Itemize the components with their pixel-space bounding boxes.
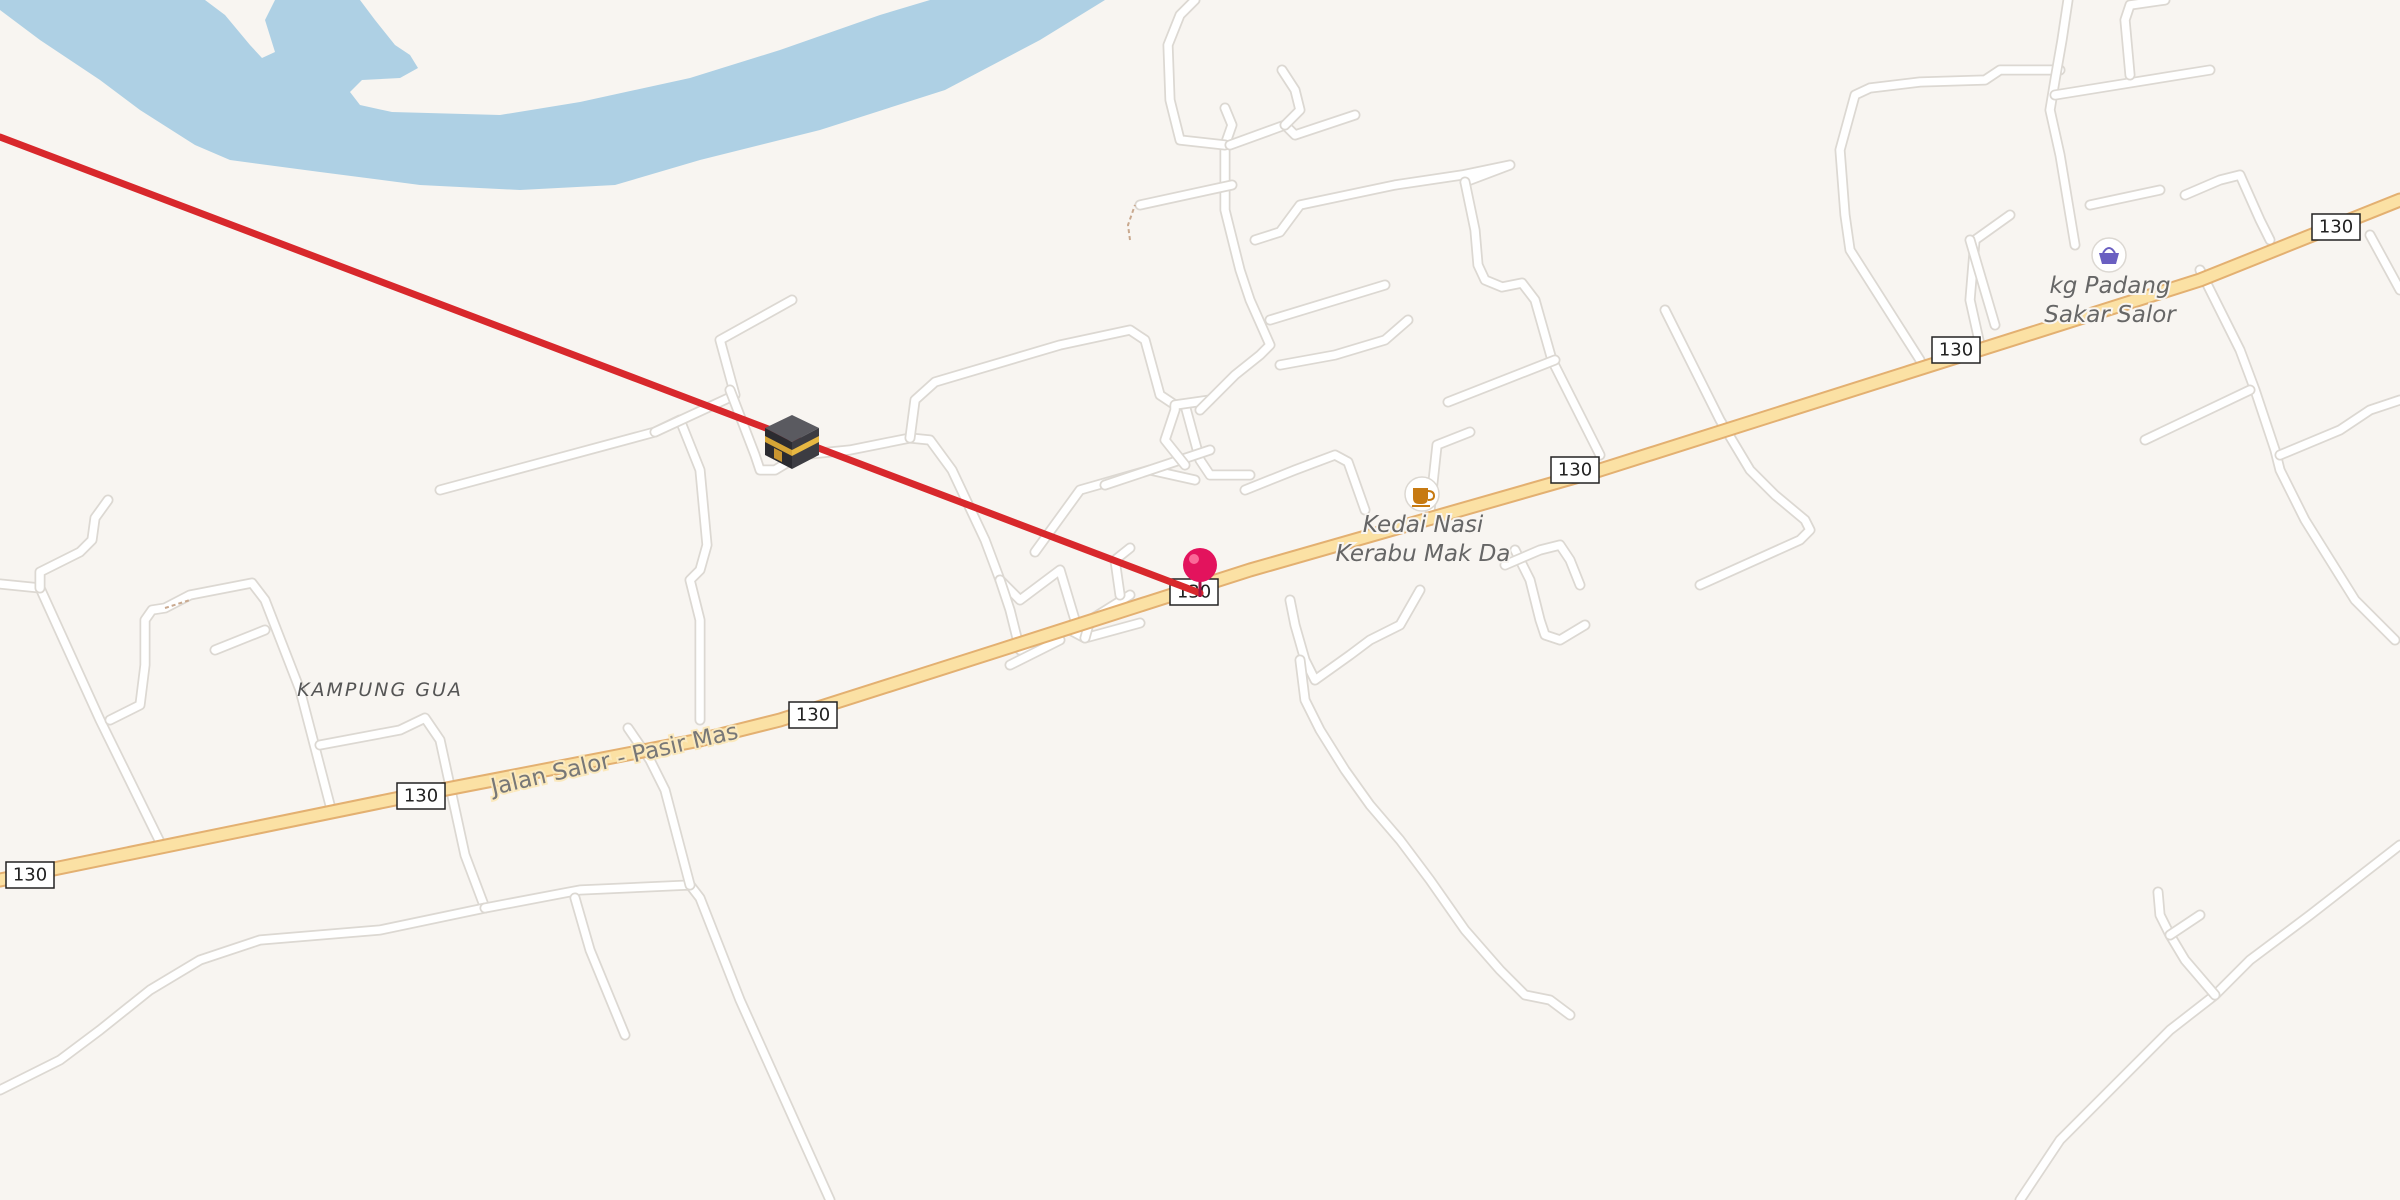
- main-road-130: [0, 192, 2400, 888]
- poi-label-line2: Kerabu Mak Da: [1336, 541, 1511, 567]
- svg-text:130: 130: [2319, 217, 2353, 238]
- svg-text:130: 130: [13, 865, 47, 886]
- route-shield: 130: [788, 701, 838, 729]
- route-shield: 130: [1550, 456, 1600, 484]
- poi-label-line1: kg Padang: [2049, 273, 2170, 299]
- poi-label-line1: Kedai Nasi: [1363, 512, 1484, 538]
- cafe-icon: [1404, 476, 1440, 512]
- route-shields: 130 130 130 130 130 130 130: [5, 213, 2361, 889]
- kaaba-icon[interactable]: [765, 415, 819, 469]
- svg-text:130: 130: [1939, 340, 1973, 361]
- route-shield: 130: [2311, 213, 2361, 241]
- shop-poi[interactable]: kg Padang Sakar Salor: [2042, 237, 2179, 330]
- map-canvas[interactable]: Jalan Salor - Pasir Mas KAMPUNG GUA 130 …: [0, 0, 2400, 1200]
- route-shield: 130: [1931, 336, 1981, 364]
- route-shield: 130: [5, 861, 55, 889]
- village-label: KAMPUNG GUA: [297, 679, 463, 701]
- qibla-direction-line: [0, 133, 1204, 597]
- poi-label-line2: Sakar Salor: [2044, 302, 2177, 328]
- footpath: [1126, 204, 1136, 241]
- route-shield: 130: [396, 782, 446, 810]
- street-label: Jalan Salor - Pasir Mas: [487, 719, 741, 802]
- svg-text:130: 130: [404, 786, 438, 807]
- svg-text:130: 130: [1558, 460, 1592, 481]
- shop-basket-icon: [2091, 237, 2127, 273]
- svg-text:130: 130: [796, 705, 830, 726]
